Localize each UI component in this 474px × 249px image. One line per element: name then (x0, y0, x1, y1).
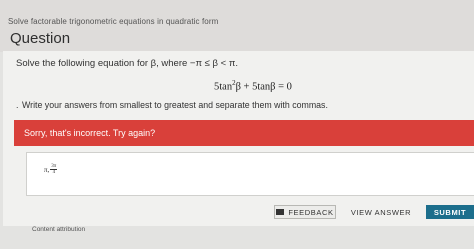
equation: 5tan2β + 5tanβ = 0 (214, 79, 292, 93)
answer-value: π, 3π 4 (44, 164, 58, 175)
page-title: Question (10, 30, 71, 47)
header-area (0, 0, 474, 52)
instruction-text: Write your answers from smallest to grea… (22, 100, 328, 110)
view-answer-label: VIEW ANSWER (350, 207, 412, 217)
content-attribution-link[interactable]: Content attribution (32, 226, 85, 233)
view-answer-button[interactable]: VIEW ANSWER (346, 205, 416, 219)
answer-fraction: 3π 4 (50, 164, 58, 175)
equation-part1: 5tan (214, 81, 233, 93)
breadcrumb: Solve factorable trigonometric equations… (8, 17, 219, 26)
question-prompt: Solve the following equation for β, wher… (16, 58, 239, 69)
submit-button[interactable]: SUBMIT (426, 205, 474, 219)
instructions: . Write your answers from smallest to gr… (16, 100, 328, 110)
answer-prefix: π, (44, 165, 50, 174)
feedback-button-label: FEEDBACK (288, 207, 334, 217)
flag-icon (276, 209, 285, 215)
feedback-button[interactable]: FEEDBACK (274, 205, 336, 219)
feedback-message: Sorry, that's incorrect. Try again? (24, 128, 156, 138)
equation-part2: β + 5tanβ = 0 (235, 81, 292, 93)
fraction-denominator: 4 (52, 170, 56, 175)
bullet-dot: . (16, 100, 19, 110)
answer-input[interactable] (26, 152, 474, 196)
submit-label: SUBMIT (433, 207, 467, 217)
